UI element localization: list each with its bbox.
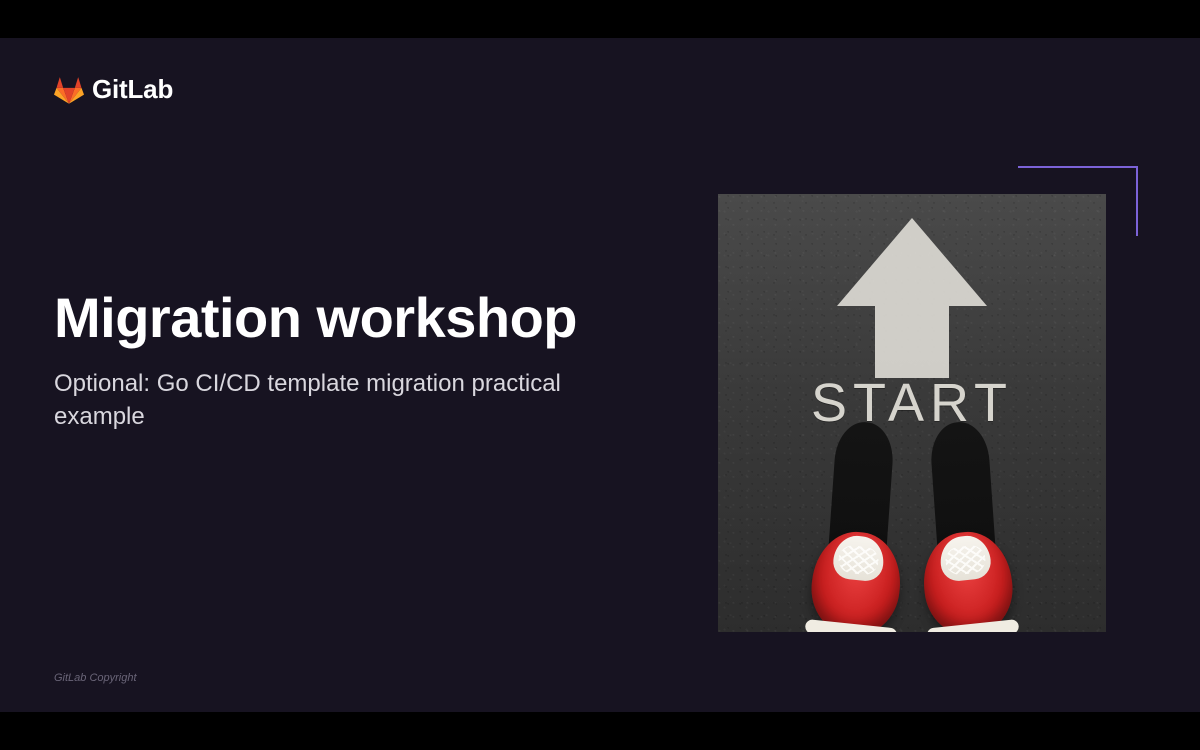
brand-logo: GitLab — [54, 74, 173, 105]
right-shoe — [919, 528, 1017, 632]
copyright-text: GitLab Copyright — [54, 672, 137, 684]
gitlab-tanuki-icon — [54, 76, 84, 104]
arrow-up-icon — [837, 218, 987, 383]
slide-subtitle: Optional: Go CI/CD template migration pr… — [54, 368, 614, 433]
left-shoe — [807, 528, 905, 632]
person-legs — [782, 412, 1042, 632]
hero-photo: START — [718, 194, 1106, 632]
heading-block: Migration workshop Optional: Go CI/CD te… — [54, 288, 614, 433]
slide-canvas: GitLab Migration workshop Optional: Go C… — [0, 38, 1200, 712]
slide-title: Migration workshop — [54, 288, 614, 348]
brand-name: GitLab — [92, 74, 173, 105]
